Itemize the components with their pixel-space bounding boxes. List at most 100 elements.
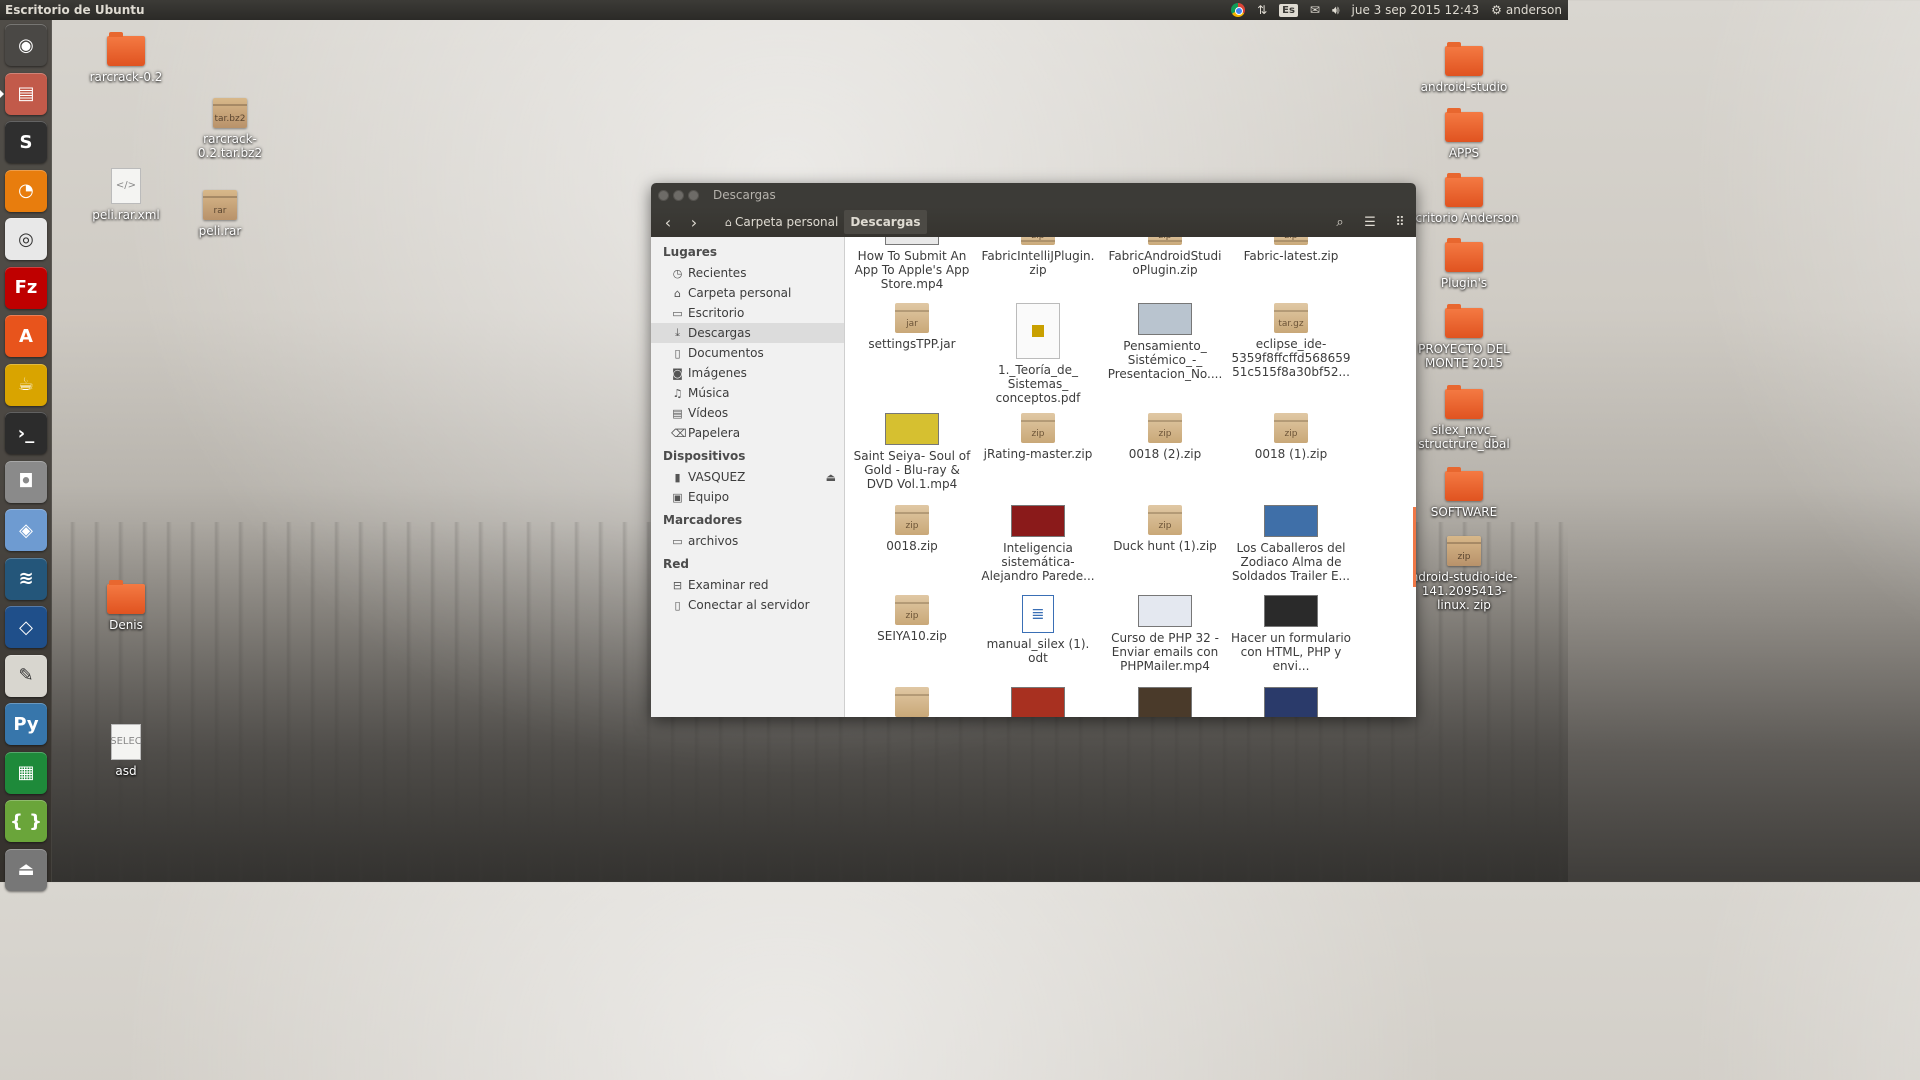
sidebar-item[interactable]: ▣ Equipo (651, 487, 844, 507)
window-titlebar[interactable]: Descargas (651, 183, 1416, 207)
cube-icon[interactable]: ◈ (5, 509, 47, 551)
file-item[interactable]: Pensamiento_ Sistémico_-_ Presentacion_N… (1104, 303, 1226, 381)
file-item[interactable]: How To Submit An App To Apple's App Stor… (851, 237, 973, 291)
breadcrumb-home[interactable]: ⌂ Carpeta personal (719, 210, 844, 234)
filezilla-icon[interactable]: Fz (5, 266, 47, 309)
sublime-text-icon[interactable]: S (5, 121, 47, 163)
desktop-icon-folder[interactable]: PROYECTO DEL MONTE 2015 (1409, 304, 1519, 370)
keyboard-layout-icon[interactable]: Es (1273, 0, 1304, 20)
dash-home-icon[interactable]: ◉ (5, 24, 47, 66)
grid-view-icon[interactable]: ⠿ (1386, 210, 1414, 234)
sidebar-item[interactable]: ◷ Recientes (651, 263, 844, 283)
eject-icon[interactable]: ⏏ (826, 471, 836, 484)
desktop-icon-folder[interactable]: APPS (1409, 108, 1519, 160)
file-item[interactable]: Inteligencia sistemática- Alejandro Pare… (977, 505, 1099, 583)
file-item[interactable]: zip Duck hunt (1).zip (1104, 505, 1226, 553)
desktop-icon-folder[interactable]: silex_mvc_ structrure_dbal (1409, 385, 1519, 451)
file-item[interactable]: zip 0018 (1).zip (1230, 413, 1352, 461)
close-button[interactable] (658, 189, 669, 201)
minimize-button[interactable] (673, 189, 684, 201)
file-item[interactable]: zip 0018.zip (851, 505, 973, 553)
maximize-button[interactable] (688, 189, 699, 201)
desktop-icon-folder[interactable]: Plugin's (1409, 238, 1519, 290)
blender-icon[interactable]: ◔ (5, 169, 47, 212)
sidebar-item[interactable]: ▤ Vídeos (651, 403, 844, 423)
desktop-icon-folder[interactable]: Denis (71, 580, 181, 632)
desktop-icon-folder[interactable]: android-studio (1409, 42, 1519, 94)
pdf-thumbnail (1016, 303, 1060, 359)
file-item[interactable]: zip jRating-master.zip (977, 413, 1099, 461)
sidebar-item[interactable]: ♫ Música (651, 383, 844, 403)
python-icon[interactable]: Py (5, 703, 47, 745)
desktop-icon-folder[interactable]: scritorio Anderson (1409, 173, 1519, 225)
desktop-icon-folder[interactable]: rarcrack-0.2 (71, 32, 181, 84)
desktop-icon-label: Plugin's (1440, 276, 1488, 290)
text-file-icon: </> (111, 168, 141, 204)
chrome-icon[interactable] (1225, 0, 1251, 20)
list-view-icon[interactable]: ☰ (1356, 210, 1384, 234)
sidebar-item[interactable]: ⌫ Papelera (651, 423, 844, 443)
search-icon[interactable]: ⌕ (1326, 210, 1354, 234)
software-center-icon[interactable]: A (5, 315, 47, 357)
teapot-icon[interactable]: ☕ (5, 363, 47, 406)
text-file-glyph: </> (115, 180, 137, 191)
clock[interactable]: jue 3 sep 2015 12:43 (1346, 0, 1486, 20)
session-menu[interactable]: ⚙ anderson (1485, 0, 1568, 20)
archive-badge: zip (1284, 429, 1298, 439)
usb-drive-icon[interactable]: ⏏ (5, 848, 47, 891)
brackets-icon[interactable]: { } (5, 800, 47, 842)
sidebar-item[interactable]: ▯ Documentos (651, 343, 844, 363)
file-item[interactable]: zip SEIYA10.zip (851, 595, 973, 643)
system-tray: ⇅ Es ✉ 🔊︎ jue 3 sep 2015 12:43 ⚙ anderso… (1225, 0, 1568, 20)
file-item[interactable]: ≣ manual_silex (1). odt (977, 595, 1099, 665)
scrollbar-indicator[interactable] (1413, 507, 1416, 587)
sidebar-item[interactable]: ◙ Imágenes (651, 363, 844, 383)
folder-icon (1445, 385, 1483, 419)
sidebar-item[interactable]: ⊟ Examinar red (651, 575, 844, 595)
file-item[interactable] (1230, 687, 1352, 717)
sidebar-item[interactable]: ▮ VASQUEZ ⏏ (651, 467, 844, 487)
terminal-icon[interactable]: ›_ (5, 412, 47, 454)
sidebar-item[interactable]: ▭ archivos (651, 531, 844, 551)
sidebar-item[interactable]: ▭ Escritorio (651, 303, 844, 323)
file-item[interactable]: zip 0018 (2).zip (1104, 413, 1226, 461)
sidebar-item[interactable]: ⌂ Carpeta personal (651, 283, 844, 303)
file-item[interactable]: Los Caballeros del Zodiaco Alma de Solda… (1230, 505, 1352, 583)
file-item[interactable] (977, 687, 1099, 717)
file-item[interactable]: zip Fabric-latest.zip (1230, 237, 1352, 263)
file-item[interactable]: tar.gz eclipse_ide- 5359f8ffcffd568659 51… (1230, 303, 1352, 379)
files-icon[interactable]: ▤ (0, 72, 47, 115)
text-editor-icon[interactable]: ✎ (5, 654, 47, 697)
file-item[interactable] (1104, 687, 1226, 717)
desktop-icon-text[interactable]: SELEC asd (71, 724, 181, 778)
file-item[interactable]: 1._Teoría_de_ Sistemas_ conceptos.pdf (977, 303, 1099, 405)
file-item[interactable]: zip FabricAndroidStudi oPlugin.zip (1104, 237, 1226, 277)
camera-icon[interactable]: ◘ (5, 460, 47, 503)
sidebar-item[interactable]: ▯ Conectar al servidor (651, 595, 844, 615)
file-item[interactable]: jar settingsTPP.jar (851, 303, 973, 351)
desktop-icon-archive[interactable]: zip ndroid-studio-ide-141.2095413-linux. … (1409, 536, 1519, 612)
file-item[interactable]: Saint Seiya- Soul of Gold - Blu-ray & DV… (851, 413, 973, 491)
mail-icon[interactable]: ✉ (1304, 0, 1326, 20)
file-item[interactable] (851, 687, 973, 717)
spreadsheet-icon[interactable]: ▦ (5, 751, 47, 794)
file-item[interactable]: zip FabricIntelliJPlugin. zip (977, 237, 1099, 277)
virtualbox-icon[interactable]: ◇ (5, 606, 47, 648)
desktop-icon-archive[interactable]: tar.bz2 rarcrack-0.2.tar.bz2 (175, 98, 285, 160)
desktop-icon-label: peli.rar (198, 224, 242, 238)
chrome-icon[interactable]: ◎ (5, 218, 47, 260)
desktop-icon-label: PROYECTO DEL MONTE 2015 (1418, 342, 1510, 370)
volume-icon[interactable]: 🔊︎ (1326, 0, 1346, 20)
mysql-workbench-icon[interactable]: ≋ (5, 557, 47, 600)
network-transfer-icon[interactable]: ⇅ (1251, 0, 1273, 20)
desktop-icon-archive[interactable]: rar peli.rar (165, 190, 275, 238)
sidebar-item-label: Vídeos (688, 406, 729, 420)
breadcrumb-current[interactable]: Descargas (844, 210, 927, 234)
sidebar-item-label: VASQUEZ (688, 470, 746, 484)
sidebar-item[interactable]: ⤓ Descargas (651, 323, 844, 343)
forward-button[interactable]: › (681, 210, 707, 234)
file-item[interactable]: Curso de PHP 32 - Enviar emails con PHPM… (1104, 595, 1226, 673)
back-button[interactable]: ‹ (655, 210, 681, 234)
desktop-icon-folder[interactable]: SOFTWARE (1409, 467, 1519, 519)
file-item[interactable]: Hacer un formulario con HTML, PHP y envi… (1230, 595, 1352, 673)
